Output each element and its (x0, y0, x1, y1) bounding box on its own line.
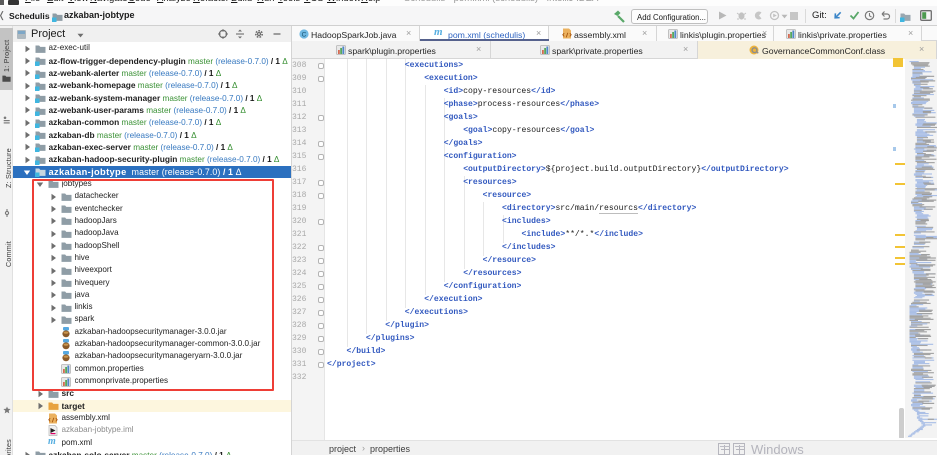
svg-text:C: C (302, 31, 307, 38)
